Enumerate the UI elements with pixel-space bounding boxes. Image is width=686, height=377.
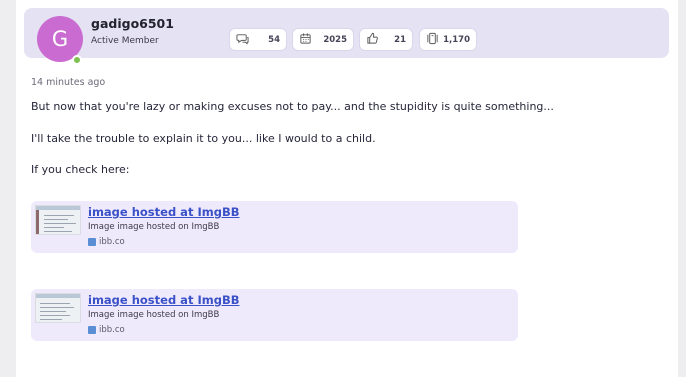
stat-reactions-value: 21 xyxy=(394,34,406,45)
link-preview-domain-text: ibb.co xyxy=(99,237,125,247)
link-preview-card[interactable]: image hosted at ImgBB Image image hosted… xyxy=(31,289,518,341)
thumbs-up-icon xyxy=(366,30,379,49)
messages-icon xyxy=(236,30,249,49)
link-preview-card[interactable]: image hosted at ImgBB Image image hosted… xyxy=(31,201,518,253)
link-preview-description: Image image hosted on ImgBB xyxy=(88,310,220,320)
stat-points-value: 1,170 xyxy=(443,34,470,45)
link-preview-title[interactable]: image hosted at ImgBB xyxy=(88,205,239,219)
link-preview-domain-text: ibb.co xyxy=(99,325,125,335)
stat-joined-year-value: 2025 xyxy=(323,34,347,45)
stat-reactions[interactable]: 21 xyxy=(359,28,413,51)
username[interactable]: gadigo6501 xyxy=(91,16,174,31)
link-preview-thumbnail[interactable] xyxy=(35,205,81,235)
stat-messages[interactable]: 54 xyxy=(229,28,287,51)
stat-points[interactable]: 1,170 xyxy=(419,28,477,51)
stat-messages-value: 54 xyxy=(268,34,280,45)
post-timestamp[interactable]: 14 minutes ago xyxy=(31,77,105,88)
calendar-icon xyxy=(299,30,312,49)
link-preview-thumbnail[interactable] xyxy=(35,293,81,323)
post-paragraph: I'll take the trouble to explain it to y… xyxy=(31,132,376,145)
link-preview-title[interactable]: image hosted at ImgBB xyxy=(88,293,239,307)
post-paragraph: But now that you're lazy or making excus… xyxy=(31,100,554,113)
forum-post: 54 2025 21 1,170 G gadigo6501 Active Mem… xyxy=(16,0,678,377)
link-preview-domain: ibb.co xyxy=(88,237,125,247)
favicon-icon xyxy=(88,238,96,246)
user-title: Active Member xyxy=(91,36,159,46)
link-preview-domain: ibb.co xyxy=(88,325,125,335)
favicon-icon xyxy=(88,326,96,334)
stat-joined-year[interactable]: 2025 xyxy=(292,28,354,51)
trophy-icon xyxy=(426,30,439,49)
online-status-indicator xyxy=(72,55,82,65)
post-paragraph: If you check here: xyxy=(31,163,130,176)
link-preview-description: Image image hosted on ImgBB xyxy=(88,222,220,232)
